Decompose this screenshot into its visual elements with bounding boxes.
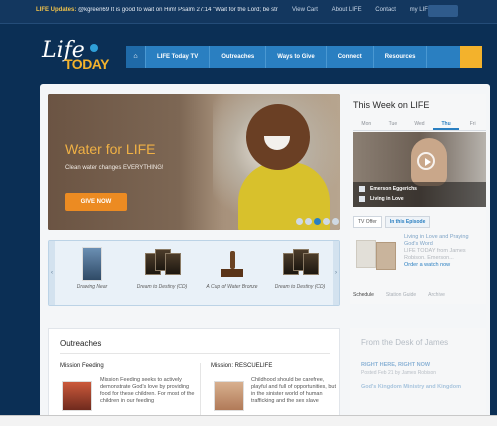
offer-book-cover-2 [376,242,396,270]
desk-post-title[interactable]: RIGHT HERE, RIGHT NOW [361,362,430,368]
tv-icon [359,196,365,202]
mission-feeding-text: Mission Feeding seeks to actively demons… [100,377,195,404]
book-cover [82,247,102,281]
slide-dot-4[interactable] [323,218,330,225]
mission-feeding-image[interactable] [62,381,92,411]
play-icon[interactable] [417,152,435,170]
nav-outreaches[interactable]: Outreaches [210,46,267,68]
outreaches-section: Outreaches Mission Feeding Mission: RESC… [48,328,340,415]
hero-subtitle: Clean water changes EVERYTHING! [65,165,164,171]
guest-name: Emerson Eggerichs [370,186,417,192]
offer-tabs: TV Offer In this Episode [353,216,431,228]
product-caption: Drawing Near [76,284,108,290]
product-carousel: ‹ › Drawing Near Dream to Destiny (CD) A… [48,240,340,306]
mission-rescuelife-image[interactable] [214,381,244,411]
offer-line: Robison. Emerson... [404,255,454,261]
product-item[interactable]: Dream to Destiny (CD) [129,247,195,303]
tab-tue[interactable]: Tue [380,117,407,130]
slide-dot-5[interactable] [332,218,339,225]
archive-link[interactable]: Archive [428,292,445,298]
offer-description: Living in Love and Praying God's Word LI… [404,234,484,269]
home-icon[interactable]: ⌂ [126,46,146,68]
top-bar: LIFE Updates: @kgreen69 It is good to wa… [0,0,497,24]
donate-button[interactable] [460,46,482,68]
person-icon [359,186,365,192]
desk-post-meta: Posted Feb 21 by James Robison [361,370,437,376]
logo-today: TODAY [64,56,109,72]
slider-dots [296,218,339,225]
episode-title: Living in Love [370,196,404,202]
carousel-next-icon[interactable]: › [333,241,339,305]
offer-line: LIFE TODAY from James [404,248,466,254]
outreaches-title: Outreaches [60,339,102,348]
view-cart-link[interactable]: View Cart [292,7,318,13]
mission-feeding-title[interactable]: Mission Feeding [60,363,104,369]
login-button[interactable] [428,5,458,17]
logo-dot-icon [90,44,98,52]
desk-of-james-section: From the Desk of James RIGHT HERE, RIGHT… [350,328,486,415]
mission-rescuelife-title[interactable]: Mission: RESCUELIFE [211,363,272,369]
product-item[interactable]: A Cup of Water Bronze [199,247,265,303]
top-links: View Cart About LIFE Contact my LIFE [292,7,444,13]
day-tabs: Mon Tue Wed Thu Fri [353,117,486,131]
mission-rescuelife-text: Childhood should be carefree, playful an… [251,377,337,404]
divider [60,353,330,354]
updates-label: LIFE Updates: [36,7,77,13]
tab-wed[interactable]: Wed [406,117,433,130]
schedule-link[interactable]: Schedule [353,292,374,298]
station-guide-link[interactable]: Station Guide [386,292,416,298]
tab-in-this-episode[interactable]: In this Episode [384,216,431,228]
dvd-set [141,247,183,281]
slide-dot-2[interactable] [305,218,312,225]
bronze-statue [218,247,246,281]
updates-ticker[interactable]: @kgreen69 It is good to wait on Him! Psa… [78,7,278,13]
window-bottom-edge [0,416,497,426]
tab-tv-offer[interactable]: TV Offer [353,216,382,228]
tab-thu[interactable]: Thu [432,117,460,130]
hero-banner[interactable]: Water for LIFE Clean water changes EVERY… [48,94,340,230]
contact-link[interactable]: Contact [375,7,396,13]
about-life-link[interactable]: About LIFE [332,7,362,13]
desk-title: From the Desk of James [361,338,449,347]
offer-link[interactable]: Order a watch now [404,262,484,269]
offer-title[interactable]: Living in Love and Praying God's Word [404,234,484,248]
product-caption: A Cup of Water Bronze [206,284,258,290]
offer-book-cover-1 [356,240,376,268]
desk-post-title[interactable]: God's Kingdom Ministry and Kingdom [361,384,481,390]
nav-connect[interactable]: Connect [327,46,374,68]
column-divider [200,363,201,415]
slide-dot-1[interactable] [296,218,303,225]
product-caption: Dream to Destiny (CD) [274,284,326,290]
slide-dot-3[interactable] [314,218,321,225]
browser-viewport: LIFE Updates: @kgreen69 It is good to wa… [0,0,497,416]
dvd-set [279,247,321,281]
main-nav: ⌂ LIFE Today TV Outreaches Ways to Give … [126,46,482,68]
nav-life-today-tv[interactable]: LIFE Today TV [146,46,211,68]
product-caption: Dream to Destiny (CD) [136,284,188,290]
carousel-prev-icon[interactable]: ‹ [49,241,55,305]
nav-resources[interactable]: Resources [374,46,428,68]
life-today-logo[interactable]: Life TODAY [42,38,112,88]
product-item[interactable]: Dream to Destiny (CD) [267,247,333,303]
nav-ways-to-give[interactable]: Ways to Give [266,46,327,68]
episode-caption: Emerson Eggerichs Living in Love [353,182,486,207]
hero-title: Water for LIFE [65,141,156,157]
tab-mon[interactable]: Mon [353,117,380,130]
give-now-button[interactable]: GIVE NOW [65,193,127,211]
tab-fri[interactable]: Fri [459,117,486,130]
offer-product-image[interactable] [356,236,404,282]
this-week-title: This Week on LIFE [353,100,430,110]
schedule-links: Schedule Station Guide Archive [353,292,445,298]
product-item[interactable]: Drawing Near [59,247,125,303]
